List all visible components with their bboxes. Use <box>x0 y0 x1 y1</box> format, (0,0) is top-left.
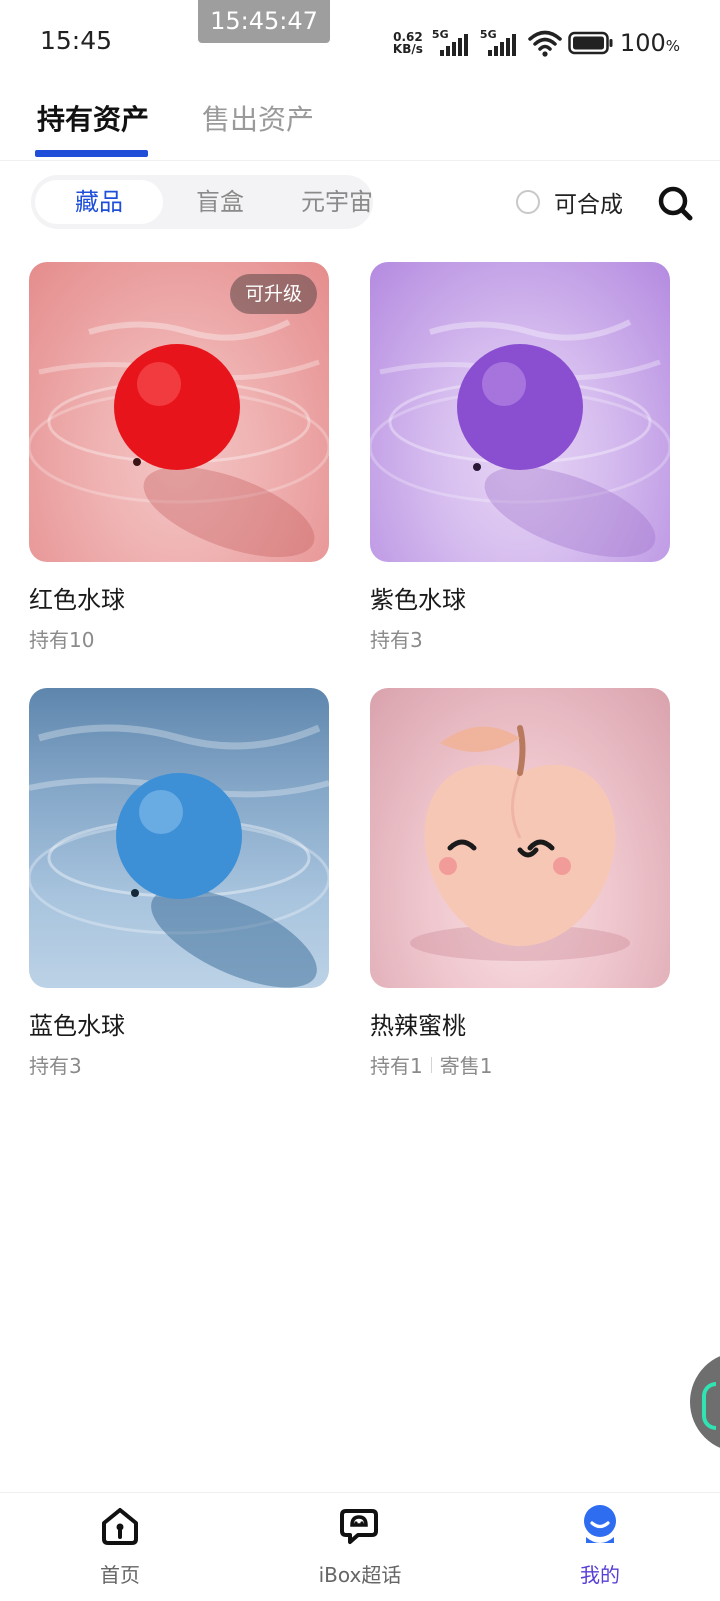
collectible-name: 热辣蜜桃 <box>370 1012 466 1040</box>
holding-text: 持有1 <box>370 1054 423 1078</box>
collectible-card[interactable]: 可升级 红色水球 持有10 <box>29 262 329 652</box>
tab-held-assets[interactable]: 持有资产 <box>37 98 149 138</box>
consign-text: 寄售1 <box>439 1054 493 1078</box>
tab-sold-assets[interactable]: 售出资产 <box>202 98 314 138</box>
nav-home-label: 首页 <box>100 1563 140 1587</box>
holding-text: 持有3 <box>29 1054 82 1078</box>
signal-sim1-icon: 5G <box>432 28 474 58</box>
peach-illustration <box>410 725 630 961</box>
collectible-image[interactable] <box>370 262 670 562</box>
battery-unit: % <box>665 37 680 55</box>
bottom-navigation: 首页 iBox超话 我的 <box>0 1492 720 1601</box>
holding-count: 持有10 <box>29 624 94 653</box>
collectible-image[interactable] <box>29 688 329 988</box>
water-balloon-illustration <box>370 319 670 558</box>
collectible-name: 紫色水球 <box>370 586 466 614</box>
collectible-card[interactable]: 蓝色水球 持有3 <box>29 688 329 1078</box>
floating-assistant-handle[interactable] <box>690 1352 720 1452</box>
battery-percent: 100% <box>620 29 680 57</box>
water-balloon-illustration <box>29 724 329 988</box>
divider <box>430 1056 432 1073</box>
collectible-image[interactable]: 可升级 <box>29 262 329 562</box>
category-segmented-control: 藏品 盲盒 元宇宙 <box>31 175 373 229</box>
asset-tabs: 持有资产 售出资产 <box>0 80 720 161</box>
holding-count: 持有3 <box>370 624 423 653</box>
segment-metaverse[interactable]: 元宇宙 <box>285 180 389 224</box>
holding-text: 持有10 <box>29 628 95 652</box>
nav-mine[interactable]: 我的 <box>520 1503 680 1588</box>
status-bar: 15:45 15:45:47 0.62 KB/s 5G 5G 100% <box>0 0 720 80</box>
nav-mine-label: 我的 <box>580 1563 620 1587</box>
nav-home[interactable]: 首页 <box>40 1503 200 1588</box>
screenshot-time-overlay: 15:45:47 <box>198 0 330 43</box>
status-icons: 0.62 KB/s 5G 5G 100% <box>390 26 680 60</box>
network-speed-unit: KB/s <box>392 42 423 56</box>
segment-collectibles[interactable]: 藏品 <box>35 180 163 224</box>
collectible-card[interactable]: 紫色水球 持有3 <box>370 262 670 652</box>
holding-count: 持有1 寄售1 <box>370 1050 492 1079</box>
collectible-image[interactable] <box>370 688 670 988</box>
wifi-icon <box>528 30 562 57</box>
search-icon[interactable] <box>655 183 695 223</box>
active-tab-indicator <box>35 150 148 157</box>
collectible-card[interactable]: 热辣蜜桃 持有1 寄售1 <box>370 688 670 1078</box>
battery-value: 100 <box>619 29 666 57</box>
nav-ibox-topics[interactable]: iBox超话 <box>280 1503 440 1588</box>
holding-count: 持有3 <box>29 1050 82 1079</box>
battery-icon <box>568 31 613 55</box>
status-time: 15:45 <box>40 26 113 55</box>
nav-ibox-topics-label: iBox超话 <box>318 1563 402 1587</box>
segment-blind-box[interactable]: 盲盒 <box>175 180 265 224</box>
network-speed: 0.62 KB/s <box>390 31 426 55</box>
composable-label: 可合成 <box>554 192 623 218</box>
composable-filter[interactable]: 可合成 <box>516 185 623 219</box>
profile-icon <box>584 1505 616 1543</box>
composable-radio[interactable] <box>516 190 540 214</box>
collectible-name: 红色水球 <box>29 586 125 614</box>
holding-text: 持有3 <box>370 628 423 652</box>
home-icon <box>102 1508 138 1545</box>
chat-bubble-icon <box>340 1509 378 1544</box>
signal-sim2-icon: 5G <box>480 28 522 58</box>
upgradable-badge: 可升级 <box>229 274 317 314</box>
collectible-name: 蓝色水球 <box>29 1012 125 1040</box>
